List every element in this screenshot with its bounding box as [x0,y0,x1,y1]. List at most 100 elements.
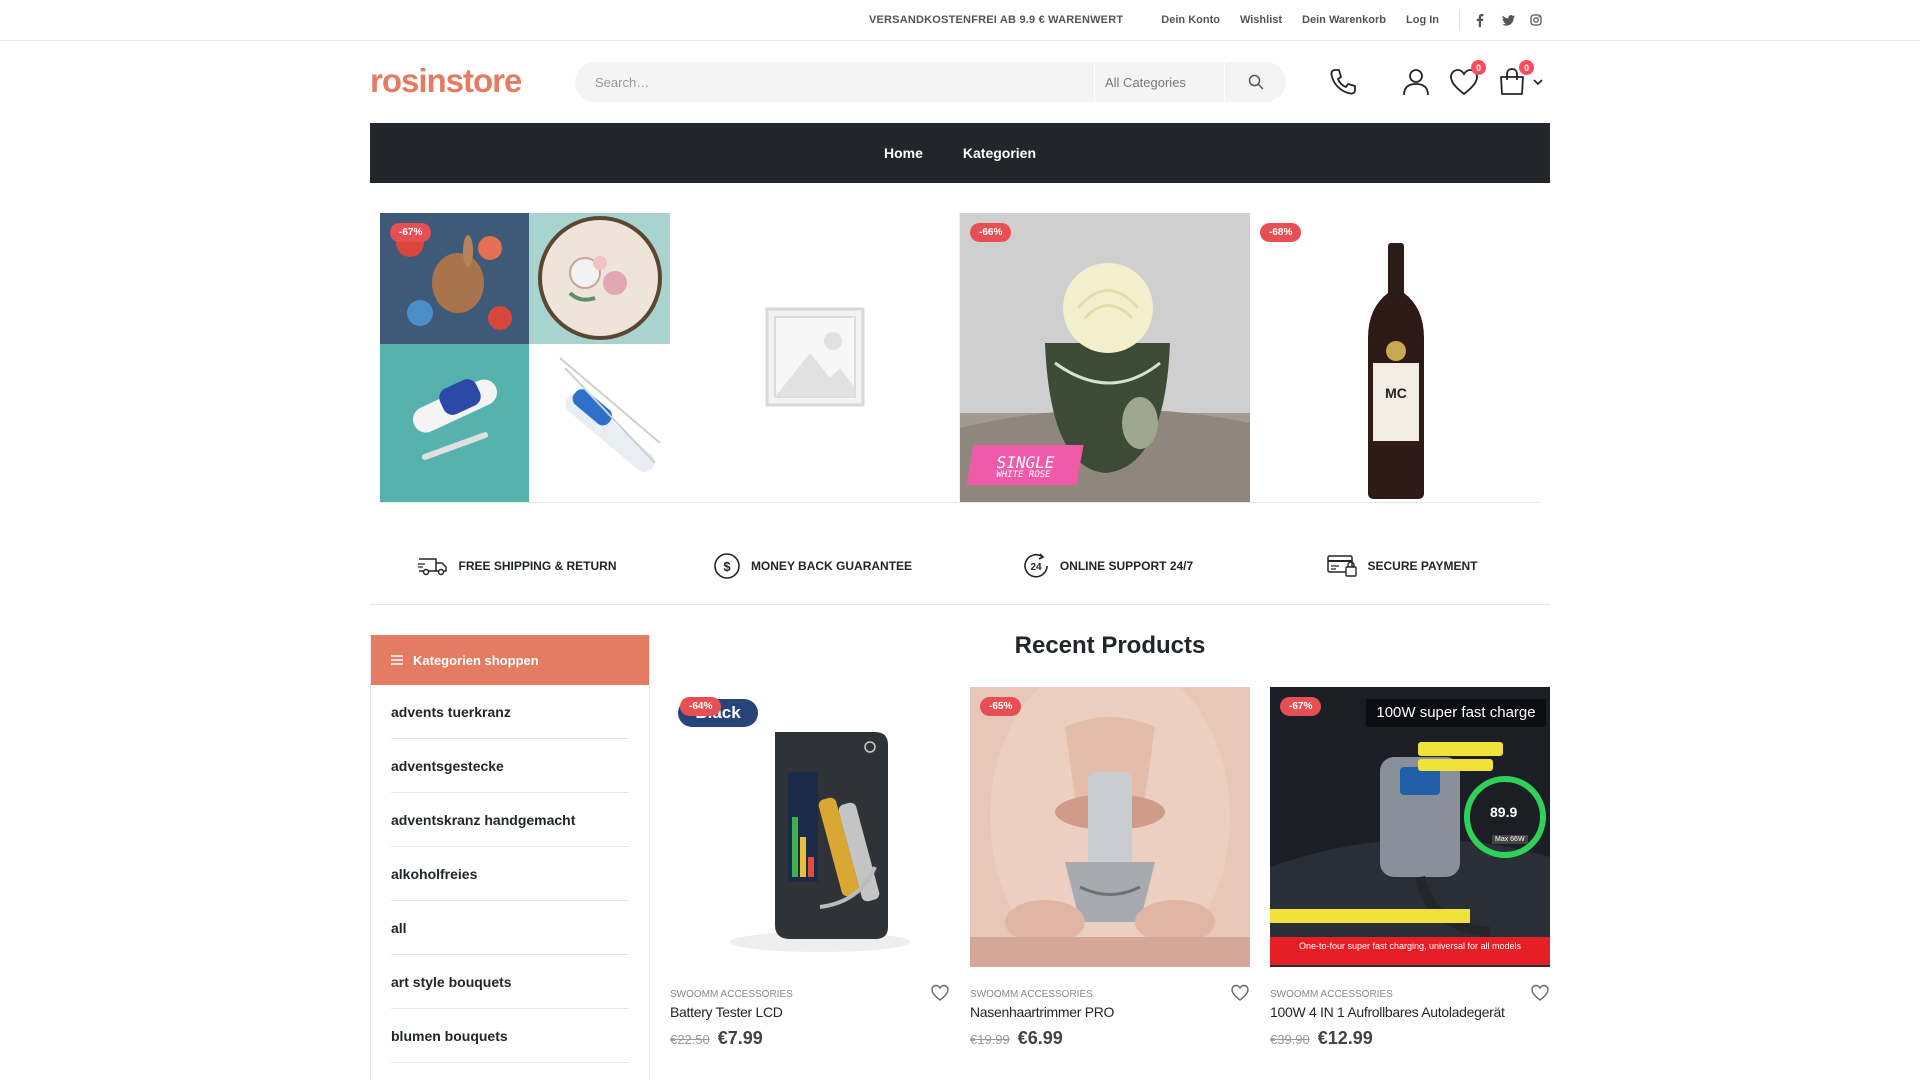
feature-secure-payment: SECURE PAYMENT [1255,535,1550,597]
image-power-tag: Max 66W [1492,835,1528,844]
svg-text:24: 24 [1030,562,1042,573]
sidebar-title: Kategorien shoppen [413,652,539,668]
search-icon [1248,74,1263,90]
overlay-title: SINGLE [994,453,1057,472]
old-price: €22.50 [670,1032,710,1047]
cart-link[interactable]: Dein Warenkorb [1302,14,1386,26]
wishlist-heart-icon[interactable] [930,983,950,1003]
image-footer-text: One-to-four super fast charging, univers… [1298,941,1522,951]
product-image [670,687,950,967]
top-bar: VERSANDKOSTENFREI AB 9.9 € WARENWERT Dei… [0,0,1920,41]
sidebar-item-art-style-bouquets[interactable]: art style bouquets [391,955,629,1009]
sidebar-header[interactable]: Kategorien shoppen [371,635,649,685]
product-title[interactable]: Battery Tester LCD [670,1004,950,1020]
image-display-reading: 89.9 [1490,804,1518,820]
featured-product-placeholder[interactable] [670,213,960,502]
product-title[interactable]: Nasenhaartrimmer PRO [970,1004,1250,1020]
featured-product-embroidery[interactable]: -67% [380,213,670,502]
sale-price: €7.99 [717,1028,763,1048]
sale-price: €12.99 [1317,1028,1373,1048]
product-card: -65% SWOOMM ACCESSORIES Nasenhaartrimmer… [970,687,1250,1049]
product-image [1270,687,1550,967]
feature-money-back: $ MONEY BACK GUARANTEE [665,535,960,597]
menu-icon [391,655,403,665]
discount-badge: -65% [980,697,1022,716]
featured-product-white-rose[interactable]: -66% SINGLE WHITE ROSE [960,213,1250,502]
search-button[interactable] [1224,62,1286,102]
product-category[interactable]: SWOOMM ACCESSORIES [970,989,1250,1000]
search-input[interactable] [575,62,1094,102]
truck-icon [418,558,448,576]
image-headline: 100W super fast charge [1366,699,1546,727]
user-icon[interactable] [1398,64,1434,100]
login-link[interactable]: Log In [1406,14,1439,26]
recent-products-title: Recent Products [1014,632,1206,659]
discount-badge: -66% [970,223,1012,242]
dollar-icon: $ [714,553,740,579]
category-sidebar: Kategorien shoppen advents tuerkranz adv… [370,635,650,1080]
instagram-icon[interactable] [1522,0,1550,40]
placeholder-image-icon [670,213,959,502]
account-link[interactable]: Dein Konto [1161,14,1220,26]
wishlist-count-badge: 0 [1471,60,1486,75]
sidebar-item-alkoholfreies[interactable]: alkoholfreies [391,847,629,901]
sidebar-item-advents-tuerkranz[interactable]: advents tuerkranz [391,685,629,739]
featured-products-strip: -67% -66% SINGLE WHITE ROSE -68% MC [380,213,1540,503]
chevron-down-icon[interactable] [1530,64,1546,100]
wine-label-text: MC [1385,385,1407,401]
sidebar-item-all[interactable]: all [391,901,629,955]
category-select[interactable]: All Categories [1094,62,1224,102]
wishlist-header-button[interactable]: 0 [1446,60,1486,100]
wishlist-link[interactable]: Wishlist [1240,14,1282,26]
old-price: €39.90 [1270,1032,1310,1047]
sidebar-item-adventsgestecke[interactable]: adventsgestecke [391,739,629,793]
product-image-link[interactable]: Black -64% [670,687,950,967]
search-bar: All Categories [575,62,1286,102]
feature-label: FREE SHIPPING & RETURN [458,559,617,573]
sidebar-item-blumen-bouquets[interactable]: blumen bouquets [391,1009,629,1063]
nav-kategorien[interactable]: Kategorien [963,145,1036,161]
feature-online-support: 24 ONLINE SUPPORT 24/7 [960,535,1255,597]
discount-badge: -67% [1280,697,1322,716]
facebook-icon[interactable] [1466,0,1494,40]
feature-free-shipping: FREE SHIPPING & RETURN [370,535,665,597]
credit-card-icon [1327,555,1358,577]
product-image [970,687,1250,967]
twitter-icon[interactable] [1494,0,1522,40]
feature-label: SECURE PAYMENT [1367,559,1478,573]
feature-label: ONLINE SUPPORT 24/7 [1059,559,1194,573]
divider [1459,11,1460,29]
product-image [380,213,670,502]
product-image-link[interactable]: 100W super fast charge 89.9 Max 66W One-… [1270,687,1550,967]
product-price: €19.99 €6.99 [970,1028,1250,1049]
overlay-subtitle: WHITE ROSE [995,470,1052,480]
old-price: €19.99 [970,1032,1010,1047]
main-nav: Home Kategorien [370,123,1550,183]
support-24-icon: 24 [1024,553,1048,578]
product-card: 100W super fast charge 89.9 Max 66W One-… [1270,687,1550,1049]
phone-icon[interactable] [1325,64,1361,100]
product-category[interactable]: SWOOMM ACCESSORIES [1270,989,1550,1000]
wishlist-heart-icon[interactable] [1230,983,1250,1003]
nav-home[interactable]: Home [884,145,923,161]
sale-price: €6.99 [1017,1028,1063,1048]
product-label-overlay: SINGLE WHITE ROSE [966,445,1084,485]
feature-label: MONEY BACK GUARANTEE [750,559,913,573]
cart-button[interactable]: 0 [1494,60,1534,100]
svg-text:$: $ [723,559,731,574]
product-image [1250,213,1540,502]
shipping-promo-text: VERSANDKOSTENFREI AB 9.9 € WARENWERT [868,14,1124,26]
product-title[interactable]: 100W 4 IN 1 Aufrollbares Autoladegerät [1270,1004,1550,1020]
store-logo[interactable]: rosinstore [370,62,522,100]
wishlist-heart-icon[interactable] [1530,983,1550,1003]
discount-badge: -64% [680,697,722,716]
featured-product-wine[interactable]: -68% MC [1250,213,1540,502]
product-image-link[interactable]: -65% [970,687,1250,967]
product-category[interactable]: SWOOMM ACCESSORIES [670,989,950,1000]
product-price: €39.90 €12.99 [1270,1028,1550,1049]
discount-badge: -68% [1260,223,1302,242]
discount-badge: -67% [390,223,432,242]
sidebar-item-adventskranz-handgemacht[interactable]: adventskranz handgemacht [391,793,629,847]
product-price: €22.50 €7.99 [670,1028,950,1049]
features-bar: FREE SHIPPING & RETURN $ MONEY BACK GUAR… [370,535,1550,605]
